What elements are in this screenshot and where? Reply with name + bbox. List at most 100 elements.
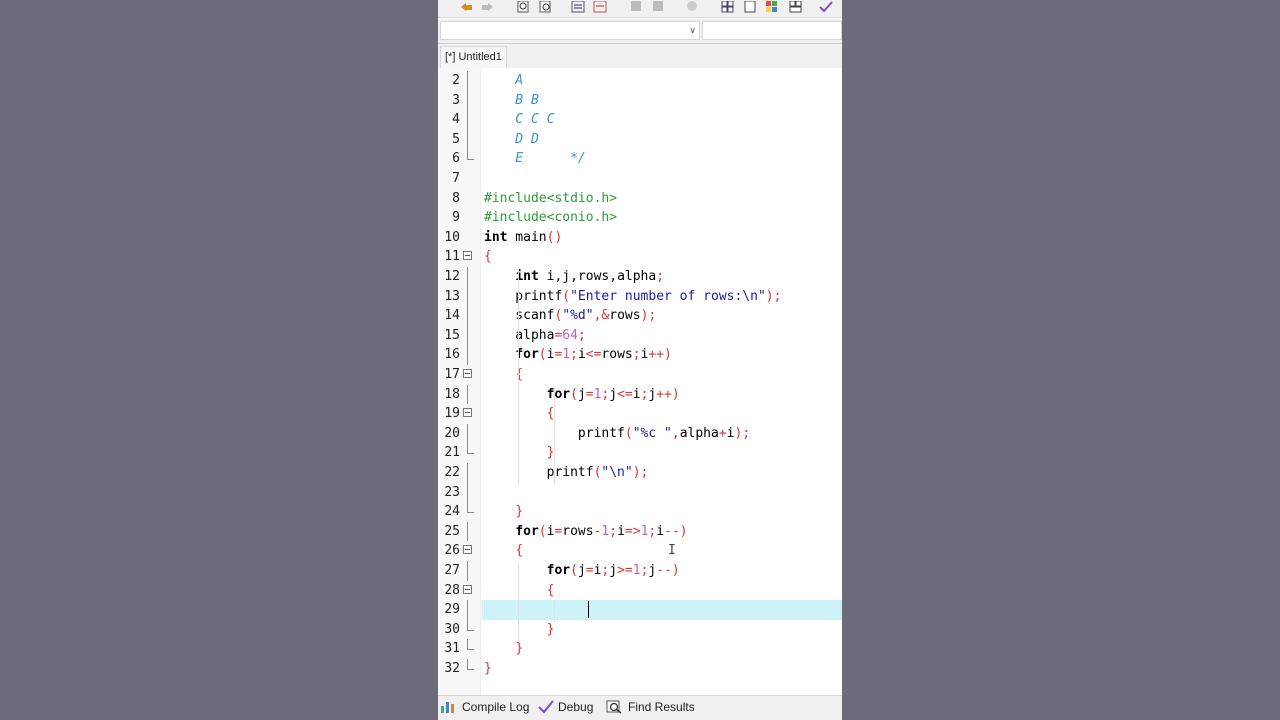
fold-toggle-icon[interactable]: [463, 545, 472, 555]
line-number: 2: [452, 73, 460, 88]
code-line[interactable]: 3 B B: [438, 90, 842, 111]
fold-guide: [467, 502, 474, 514]
code-line[interactable]: 6 E */: [438, 149, 842, 169]
code-line[interactable]: 28 {: [438, 581, 842, 601]
redo-icon[interactable]: [480, 0, 496, 13]
code-line[interactable]: 26 {: [438, 541, 842, 561]
code-line[interactable]: 22 printf("\n");: [438, 463, 842, 483]
fold-guide: [467, 561, 468, 581]
member-combobox[interactable]: [702, 21, 842, 40]
stop-icon[interactable]: [684, 0, 700, 13]
code-line[interactable]: 5 D D: [438, 129, 842, 150]
fold-guide: [467, 423, 468, 444]
indent-icon[interactable]: [570, 0, 586, 13]
fold-guide: [467, 267, 468, 287]
line-number: 24: [444, 504, 460, 520]
mouse-ibeam-cursor: I: [668, 543, 676, 558]
code-line[interactable]: 14 scanf("%d",&rows);: [438, 306, 842, 326]
tab-untitled1[interactable]: [*] Untitled1: [440, 46, 507, 68]
line-number: 13: [444, 288, 460, 304]
fold-toggle-icon[interactable]: [463, 369, 472, 378]
fold-guide: [467, 521, 468, 542]
line-number: 18: [444, 386, 460, 402]
goto-bookmark-icon[interactable]: [650, 0, 666, 13]
fold-toggle-icon[interactable]: [463, 584, 472, 594]
indent-guide: [554, 602, 555, 622]
unindent-icon[interactable]: [592, 0, 608, 13]
layout-icon[interactable]: [788, 0, 804, 13]
code-line[interactable]: 13 printf("Enter number of rows:\n");: [438, 286, 842, 307]
fold-guide: [467, 619, 474, 631]
line-number: 20: [444, 425, 460, 441]
code-text: for(i=1;i<=rows;i++): [515, 347, 672, 363]
compile-log-tab[interactable]: Compile Log: [440, 700, 529, 714]
code-line[interactable]: 8 #include<stdio.h>: [438, 189, 842, 209]
fold-guide: [467, 639, 474, 651]
code-editor[interactable]: 2 A3 B B4 C C C5 D D6 E */7 8 #include<std…: [438, 68, 842, 695]
grid-icon[interactable]: [720, 0, 736, 13]
code-text: {: [546, 406, 555, 422]
check-icon[interactable]: [818, 0, 834, 13]
compile-log-label: Compile Log: [462, 700, 530, 714]
code-line[interactable]: 32}: [438, 659, 842, 679]
line-number: 26: [444, 543, 460, 559]
toolbar: [438, 0, 842, 18]
line-number: 32: [444, 661, 460, 676]
fold-toggle-icon[interactable]: [463, 408, 472, 418]
code-line[interactable]: 17 {: [438, 365, 842, 385]
find-results-tab[interactable]: Find Results: [606, 700, 695, 714]
code-line[interactable]: 20 printf("%c ",alpha+i);: [438, 423, 842, 444]
find-results-icon: [606, 700, 622, 714]
code-line[interactable]: 10 int main(): [438, 228, 842, 248]
code-text: }: [546, 445, 555, 461]
code-line[interactable]: 4 C C C: [438, 110, 842, 130]
code-line[interactable]: 25 for(i=rows-1;i=>1;i--): [438, 521, 842, 542]
new-class-icon[interactable]: [742, 0, 758, 13]
line-number: 11: [444, 249, 460, 265]
code-line[interactable]: 27 for(j=i;j>=1;j--): [438, 561, 842, 581]
line-number: 10: [444, 229, 460, 245]
code-text: for(i=rows-1;i=>1;i--): [515, 523, 688, 539]
code-text: }: [546, 621, 555, 637]
color-grid-icon[interactable]: [764, 0, 780, 13]
line-number: 15: [444, 327, 460, 343]
indent-guide: [518, 563, 519, 642]
code-line[interactable]: 31 }: [438, 639, 842, 659]
code-line[interactable]: 23: [438, 482, 842, 503]
code-line[interactable]: 19 {: [438, 404, 842, 424]
line-number: 27: [444, 563, 460, 578]
replace-icon[interactable]: [538, 0, 554, 13]
indent-guide: [518, 269, 519, 485]
code-line[interactable]: 12 int i,j,rows,alpha;: [438, 267, 842, 287]
code-line[interactable]: 24 }: [438, 502, 842, 522]
line-number: 14: [444, 308, 460, 324]
code-line[interactable]: 30 }: [438, 619, 842, 640]
code-line[interactable]: 16 for(i=1;i<=rows;i++): [438, 345, 842, 365]
fold-guide: [467, 482, 468, 503]
line-number: 9: [452, 210, 460, 226]
code-line[interactable]: 15 alpha=64;: [438, 325, 842, 346]
code-line[interactable]: 11 {: [438, 247, 842, 267]
toggle-bookmark-icon[interactable]: [628, 0, 644, 13]
fold-guide: [467, 659, 474, 670]
code-line[interactable]: 2 A: [438, 71, 842, 91]
code-text: }: [484, 661, 492, 676]
ide-window: ∨ [*] Untitled1 2 A3 B B4 C C C5 D D6 E …: [438, 0, 842, 720]
fold-guide: [467, 129, 468, 150]
class-combobox[interactable]: ∨: [440, 21, 700, 40]
debug-tab[interactable]: Debug: [538, 700, 593, 714]
code-text: C C C: [484, 112, 555, 128]
code-text: #include<stdio.h>: [484, 190, 618, 206]
code-line[interactable]: 7: [438, 169, 842, 189]
undo-icon[interactable]: [458, 0, 474, 13]
code-text: {: [484, 249, 492, 265]
find-icon[interactable]: [516, 0, 532, 13]
current-code-line[interactable]: 29: [444, 600, 842, 620]
compile-log-icon: [441, 702, 454, 713]
fold-guide: [467, 306, 468, 326]
code-line[interactable]: 21 }: [438, 443, 842, 463]
fold-toggle-icon[interactable]: [463, 251, 472, 261]
code-line[interactable]: 9 #include<conio.h>: [438, 208, 842, 228]
code-line[interactable]: 18 for(j=1;j<=i;j++): [438, 384, 842, 405]
fold-guide: [467, 71, 468, 91]
